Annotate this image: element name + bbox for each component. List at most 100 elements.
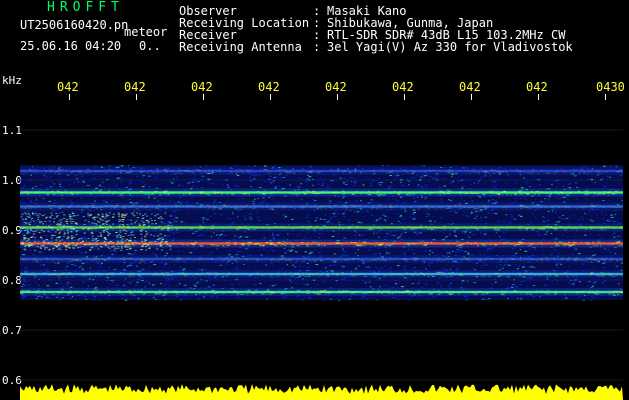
signal-speck: [198, 207, 202, 209]
noise-speck: [598, 234, 600, 236]
signal-speck: [415, 227, 419, 229]
signal-speck: [422, 244, 425, 246]
signal-speck: [404, 243, 408, 245]
signal-speck: [509, 194, 512, 196]
signal-speck: [548, 275, 552, 277]
signal-speck: [235, 226, 238, 228]
noise-speck: [308, 297, 312, 299]
noise-speck: [531, 213, 534, 215]
signal-speck: [489, 292, 493, 293]
signal-speck: [350, 205, 354, 206]
signal-speck: [233, 191, 238, 193]
noise-speck: [165, 211, 168, 213]
noise-speck: [161, 198, 164, 200]
signal-speck: [236, 229, 240, 231]
signal-speck: [92, 207, 94, 209]
signal-speck: [458, 208, 463, 209]
signal-speck: [468, 257, 471, 259]
noise-speck: [81, 237, 85, 239]
signal-speck: [300, 207, 305, 209]
noise-speck: [241, 198, 245, 200]
noise-speck: [524, 250, 528, 252]
signal-speck: [63, 244, 65, 246]
meteor-echo-speck: [134, 249, 137, 251]
signal-speck: [353, 206, 356, 208]
noise-speck: [120, 165, 124, 167]
noise-speck: [494, 266, 498, 268]
noise-speck: [207, 178, 211, 180]
signal-speck: [57, 169, 62, 171]
signal-speck: [291, 243, 295, 245]
noise-speck: [413, 212, 417, 213]
noise-speck: [594, 182, 596, 184]
signal-speck: [130, 293, 134, 295]
noise-speck: [134, 264, 138, 266]
signal-speck: [256, 272, 259, 274]
signal-speck: [292, 257, 294, 259]
noise-speck: [419, 185, 422, 187]
meteor-echo-speck: [33, 233, 36, 235]
signal-speck: [159, 194, 162, 196]
noise-speck: [124, 299, 128, 301]
signal-speck: [472, 169, 476, 171]
noise-speck: [85, 238, 87, 240]
signal-speck: [36, 205, 40, 207]
noise-speck: [192, 185, 194, 187]
noise-speck: [151, 253, 153, 254]
signal-speck: [412, 191, 415, 193]
noise-speck: [408, 248, 410, 250]
signal-speck: [45, 257, 48, 259]
signal-speck: [622, 208, 623, 210]
signal-speck: [184, 274, 188, 276]
noise-speck: [153, 297, 155, 299]
signal-speck: [105, 172, 108, 174]
signal-speck: [618, 206, 621, 208]
noise-speck: [208, 253, 210, 255]
noise-speck: [428, 181, 430, 183]
noise-speck: [339, 201, 342, 202]
signal-speck: [508, 205, 510, 207]
signal-speck: [88, 206, 92, 207]
signal-speck: [156, 275, 160, 276]
signal-speck: [129, 170, 133, 171]
noise-speck: [549, 196, 551, 198]
signal-speck: [382, 257, 384, 259]
noise-speck: [536, 233, 540, 235]
signal-speck: [570, 291, 575, 293]
signal-speck: [381, 293, 383, 295]
signal-speck: [309, 171, 314, 173]
noise-speck: [136, 175, 138, 177]
noise-speck: [239, 251, 241, 253]
signal-speck: [288, 272, 293, 274]
signal-speck: [434, 229, 437, 231]
signal-speck: [216, 245, 220, 247]
signal-speck: [327, 291, 331, 293]
signal-speck: [438, 192, 442, 194]
noise-speck: [523, 177, 525, 179]
noise-speck: [570, 280, 572, 282]
signal-speck: [277, 206, 280, 208]
noise-speck: [540, 201, 543, 203]
signal-speck: [159, 206, 162, 208]
noise-speck: [191, 181, 195, 183]
noise-speck: [520, 198, 522, 200]
noise-speck: [302, 278, 304, 280]
meteor-echo-speck: [67, 237, 70, 239]
noise-speck: [313, 231, 317, 233]
noise-speck: [344, 210, 346, 212]
signal-speck: [281, 207, 283, 209]
signal-speck: [259, 193, 261, 195]
signal-speck: [328, 226, 330, 228]
signal-speck: [399, 273, 402, 275]
signal-speck: [228, 291, 231, 293]
signal-speck: [503, 291, 507, 293]
noise-speck: [365, 298, 368, 300]
y-tick-label: 0.8: [2, 274, 22, 287]
noise-speck: [221, 184, 224, 186]
signal-speck: [318, 293, 321, 295]
noise-speck: [234, 165, 237, 167]
noise-speck: [67, 286, 69, 288]
signal-speck: [177, 292, 181, 294]
noise-speck: [171, 182, 174, 184]
signal-speck: [64, 241, 66, 243]
